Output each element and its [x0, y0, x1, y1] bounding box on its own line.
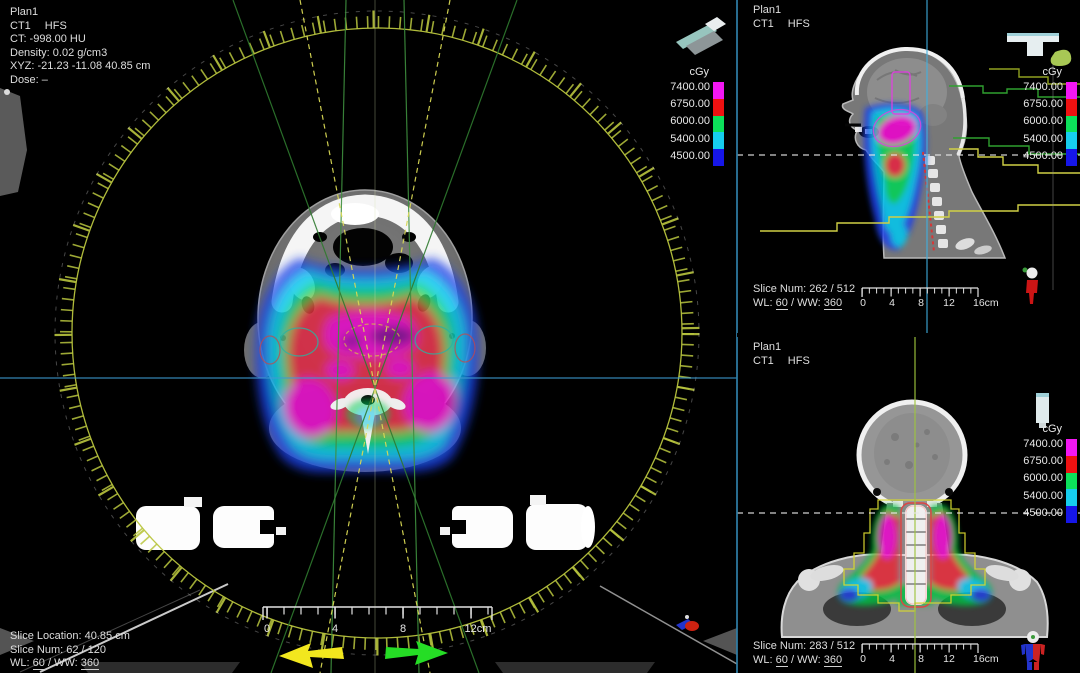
svg-text:12: 12 [943, 653, 955, 665]
svg-text:16cm: 16cm [973, 653, 999, 665]
gantry-arrow-yellow[interactable] [279, 643, 344, 668]
wl-value[interactable]: 60 [776, 654, 788, 667]
axial-canvas[interactable]: 0 4 8 12cm [0, 0, 737, 673]
dose-colorbar [713, 82, 724, 166]
gantry-arrow-green[interactable] [385, 641, 448, 665]
wl-value[interactable]: 60 [776, 297, 788, 310]
viewport-coronal[interactable]: 0 4 8 12 16cm Plan1 CT1HFS Slice Num: 28… [737, 337, 1080, 673]
svg-text:4: 4 [332, 623, 338, 635]
svg-text:8: 8 [918, 297, 924, 309]
coronal-slice-info: Slice Num: 283 / 512 WL: 60 / WW: 360 [753, 640, 855, 667]
couch-icon-sagittal [1007, 33, 1071, 66]
ww-value[interactable]: 360 [824, 297, 842, 310]
axial-ruler-labels: 0 4 8 12cm [264, 623, 492, 635]
axial-info-block: Plan1 CT1HFS CT: -998.00 HU Density: 0.0… [10, 6, 150, 87]
dose-legend-title: cGy [689, 66, 724, 78]
coronal-ruler-labels: 0 4 8 12 16cm [860, 653, 999, 665]
couch-3d-icon [676, 17, 726, 55]
sagittal-ruler [862, 288, 979, 297]
sagittal-header: Plan1 CT1HFS [753, 4, 810, 31]
svg-text:12cm: 12cm [465, 623, 492, 635]
coronal-header: Plan1 CT1HFS [753, 341, 810, 368]
panel-divider-horizontal [737, 333, 1080, 337]
dose-legend-coronal: cGy 7400.00 6750.00 6000.00 5400.00 4500… [997, 423, 1077, 523]
svg-text:8: 8 [918, 653, 924, 665]
svg-text:0: 0 [860, 653, 866, 665]
svg-text:8: 8 [400, 623, 406, 635]
ww-value[interactable]: 360 [81, 657, 99, 670]
coronal-ruler [862, 644, 979, 653]
dose-legend-axial: cGy 7400.00 6750.00 6000.00 5400.00 4500… [652, 66, 724, 166]
svg-text:0: 0 [264, 623, 270, 635]
svg-text:4: 4 [889, 653, 895, 665]
svg-text:0: 0 [860, 297, 866, 309]
dose-colorbar [1066, 439, 1077, 523]
coronal-spine [901, 503, 931, 607]
patient-orientation-icon [1023, 268, 1039, 305]
ww-value[interactable]: 360 [824, 654, 842, 667]
svg-text:16cm: 16cm [973, 297, 999, 309]
svg-text:4: 4 [889, 297, 895, 309]
sagittal-ruler-labels: 0 4 8 12 16cm [860, 297, 999, 309]
svg-text:12: 12 [943, 297, 955, 309]
dose-legend-sagittal: cGy 7400.00 6750.00 6000.00 5400.00 4500… [997, 66, 1077, 166]
treatment-planning-app: 0 4 8 12cm Plan1 CT1HFS CT: -998.0 [0, 0, 1080, 673]
viewport-axial[interactable]: 0 4 8 12cm Plan1 CT1HFS CT: -998.0 [0, 0, 737, 673]
wl-value[interactable]: 60 [33, 657, 45, 670]
sagittal-slice-info: Slice Num: 262 / 512 WL: 60 / WW: 360 [753, 283, 855, 310]
axial-slice-info: Slice Location: 40.85 cm Slice Num: 62 /… [10, 630, 130, 671]
viewport-sagittal[interactable]: 0 4 8 12 16cm Plan1 CT1HFS Slice Num: 26… [737, 0, 1080, 334]
dose-colorbar [1066, 82, 1077, 166]
orientation-marker-icon [676, 615, 699, 631]
